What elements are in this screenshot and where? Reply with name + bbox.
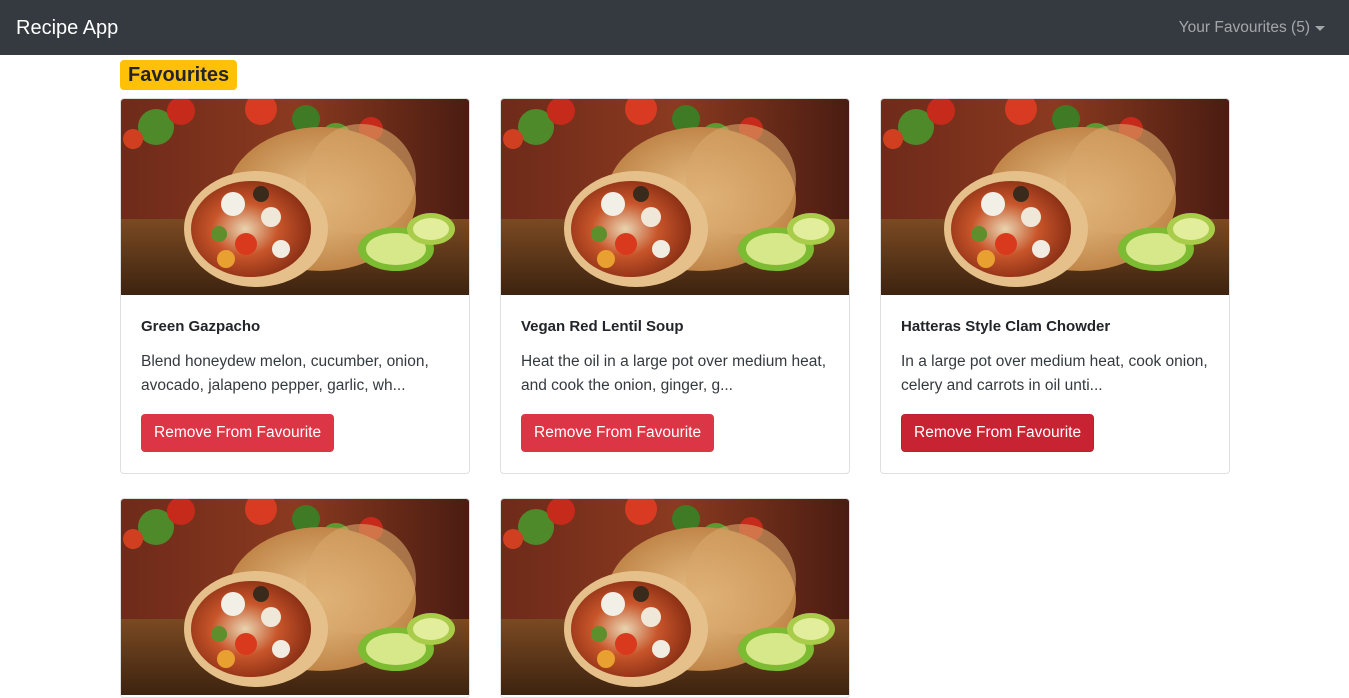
favourites-dropdown-label: Your Favourites (5) bbox=[1178, 19, 1310, 36]
recipe-image bbox=[121, 99, 469, 295]
burrito-image bbox=[121, 499, 469, 695]
recipe-card bbox=[500, 498, 850, 698]
recipe-image bbox=[501, 499, 849, 695]
burrito-image bbox=[881, 99, 1229, 295]
recipe-card: Hatteras Style Clam Chowder In a large p… bbox=[880, 98, 1230, 474]
recipe-title: Green Gazpacho bbox=[141, 318, 261, 335]
recipe-title: Vegan Red Lentil Soup bbox=[521, 318, 684, 335]
recipe-description: In a large pot over medium heat, cook on… bbox=[901, 353, 1208, 394]
navbar: Recipe App Your Favourites (5) bbox=[0, 0, 1349, 55]
recipe-description: Blend honeydew melon, cucumber, onion, a… bbox=[141, 353, 429, 394]
burrito-image bbox=[121, 99, 469, 295]
remove-from-favourite-button[interactable]: Remove From Favourite bbox=[521, 414, 715, 452]
recipe-image bbox=[121, 499, 469, 695]
recipe-description: Heat the oil in a large pot over medium … bbox=[521, 353, 827, 394]
chevron-down-icon bbox=[1315, 25, 1325, 31]
remove-from-favourite-button[interactable]: Remove From Favourite bbox=[141, 414, 335, 452]
recipe-title: Hatteras Style Clam Chowder bbox=[901, 318, 1111, 335]
recipe-card: Vegan Red Lentil Soup Heat the oil in a … bbox=[500, 98, 850, 474]
brand-link[interactable]: Recipe App bbox=[16, 15, 118, 41]
recipe-card bbox=[120, 498, 470, 698]
recipe-card: Green Gazpacho Blend honeydew melon, cuc… bbox=[120, 98, 470, 474]
burrito-image bbox=[501, 499, 849, 695]
recipe-image bbox=[501, 99, 849, 295]
recipe-image bbox=[881, 99, 1229, 295]
remove-from-favourite-button[interactable]: Remove From Favourite bbox=[901, 414, 1095, 452]
favourites-dropdown-toggle[interactable]: Your Favourites (5) bbox=[1179, 18, 1325, 38]
page-title: Favourites bbox=[120, 60, 238, 90]
burrito-image bbox=[501, 99, 849, 295]
